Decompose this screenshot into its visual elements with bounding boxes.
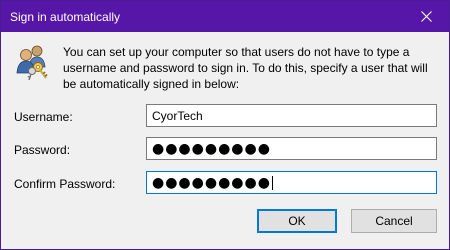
cancel-button[interactable]: Cancel [351,209,437,233]
description-text: You can set up your computer so that use… [63,45,428,91]
dialog-window: Sign in automatically You can set up you… [0,0,450,250]
confirm-password-label: Confirm Password: [14,177,116,191]
title-bar[interactable]: Sign in automatically [1,1,449,32]
text-caret [271,175,273,190]
username-field[interactable]: CyorTech [146,104,437,127]
confirm-password-value: ●●●●●●●●● [152,174,271,191]
window-title: Sign in automatically [10,10,121,24]
users-keys-icon [11,41,51,81]
cancel-button-label: Cancel [375,214,413,228]
close-icon [421,11,432,22]
password-field[interactable]: ●●●●●●●●● [146,137,437,160]
confirm-password-field[interactable]: ●●●●●●●●● [146,171,437,194]
password-value: ●●●●●●●●● [152,140,271,157]
username-value: CyorTech [152,108,203,123]
username-label: Username: [14,110,73,124]
password-label: Password: [14,143,71,157]
close-button[interactable] [404,1,449,32]
ok-button-label: OK [288,214,306,228]
ok-button[interactable]: OK [257,209,337,233]
